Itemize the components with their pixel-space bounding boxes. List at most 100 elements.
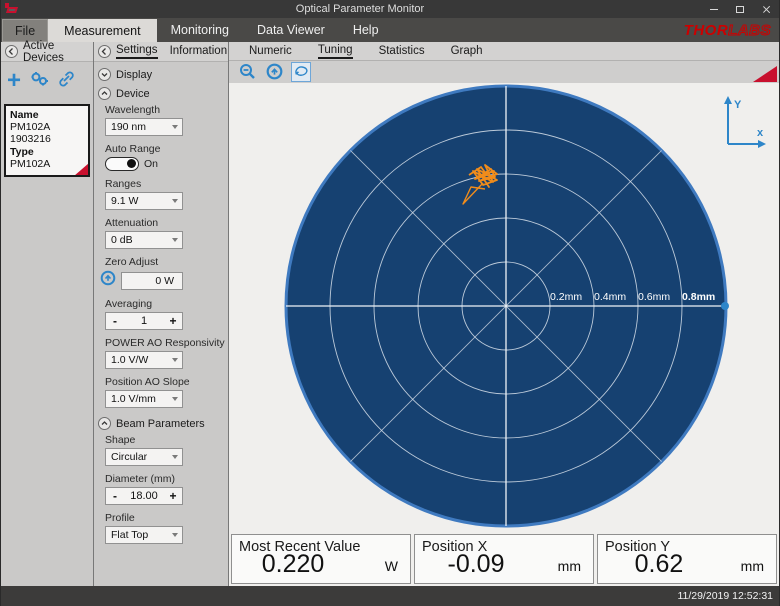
shape-value: Circular bbox=[111, 451, 147, 463]
menubar: File Measurement Monitoring Data Viewer … bbox=[1, 18, 779, 42]
auto-range-toggle[interactable] bbox=[105, 157, 139, 171]
diameter-stepper: - 18.00 + bbox=[105, 487, 183, 505]
dropdown-arrow-icon bbox=[172, 358, 178, 362]
profile-label: Profile bbox=[105, 512, 228, 524]
readout-position-x: Position X -0.09 mm bbox=[414, 534, 594, 584]
chevron-up-icon bbox=[98, 417, 111, 430]
logo-thor: THOR bbox=[684, 22, 729, 39]
ring-label: 0.2mm bbox=[550, 291, 582, 303]
dropdown-arrow-icon bbox=[172, 455, 178, 459]
tab-graph[interactable]: Graph bbox=[451, 45, 483, 58]
section-beam-parameters[interactable]: Beam Parameters bbox=[94, 415, 228, 432]
readout-most-recent-value: Most Recent Value 0.220 W bbox=[231, 534, 411, 584]
attenuation-label: Attenuation bbox=[105, 217, 228, 229]
averaging-stepper: - 1 + bbox=[105, 312, 183, 330]
attenuation-value: 0 dB bbox=[111, 234, 133, 246]
tab-numeric[interactable]: Numeric bbox=[249, 45, 292, 58]
device-card[interactable]: Name PM102A 1903216 Type PM102A bbox=[4, 104, 90, 177]
averaging-increment-button[interactable]: + bbox=[164, 314, 182, 328]
minimize-icon bbox=[710, 9, 718, 10]
link-icon bbox=[58, 71, 76, 87]
menu-item-data-viewer[interactable]: Data Viewer bbox=[243, 18, 339, 42]
thorlabs-logo: THORLABS bbox=[684, 18, 779, 42]
dropdown-arrow-icon bbox=[172, 397, 178, 401]
device-name: PM102A 1903216 bbox=[10, 121, 84, 145]
close-button[interactable] bbox=[753, 0, 779, 18]
profile-value: Flat Top bbox=[111, 529, 148, 541]
maximize-button[interactable] bbox=[727, 0, 753, 18]
active-devices-title: Active Devices bbox=[23, 40, 89, 64]
dropdown-arrow-icon bbox=[172, 199, 178, 203]
lasso-select-button[interactable] bbox=[291, 62, 311, 82]
averaging-value: 1 bbox=[124, 315, 164, 327]
app-window: Optical Parameter Monitor File Measureme… bbox=[0, 0, 780, 606]
tuning-chart[interactable]: 0.2mm 0.4mm 0.6mm 0.8mm bbox=[229, 83, 779, 533]
tab-settings[interactable]: Settings bbox=[116, 44, 158, 59]
wavelength-value: 190 nm bbox=[111, 121, 146, 133]
status-datetime: 11/29/2019 12:52:31 bbox=[677, 590, 773, 602]
readout-unit: mm bbox=[741, 558, 764, 574]
menu-item-help[interactable]: Help bbox=[339, 18, 393, 42]
readout-unit: W bbox=[385, 558, 398, 574]
chevron-down-icon bbox=[98, 68, 111, 81]
titlebar: Optical Parameter Monitor bbox=[1, 0, 779, 18]
zero-adjust-button[interactable] bbox=[100, 270, 116, 291]
ring-label: 0.6mm bbox=[638, 291, 670, 303]
axis-y-label: Y bbox=[734, 99, 742, 111]
attenuation-select[interactable]: 0 dB bbox=[105, 231, 183, 249]
diameter-increment-button[interactable]: + bbox=[164, 489, 182, 503]
dropdown-arrow-icon bbox=[172, 238, 178, 242]
position-ao-label: Position AO Slope bbox=[105, 376, 228, 388]
connect-device-button[interactable] bbox=[58, 71, 76, 92]
window-title: Optical Parameter Monitor bbox=[19, 3, 701, 15]
reset-icon bbox=[100, 270, 116, 286]
profile-select[interactable]: Flat Top bbox=[105, 526, 183, 544]
section-display[interactable]: Display bbox=[94, 66, 228, 83]
position-ao-select[interactable]: 1.0 V/mm bbox=[105, 390, 183, 408]
diameter-label: Diameter (mm) bbox=[105, 473, 228, 485]
power-ao-select[interactable]: 1.0 V/W bbox=[105, 351, 183, 369]
axis-indicator: Y x bbox=[724, 96, 766, 148]
active-devices-panel: Active Devices + Name PM102A 1903216 Typ… bbox=[1, 42, 94, 586]
power-ao-value: 1.0 V/W bbox=[111, 354, 148, 366]
section-device-label: Device bbox=[116, 88, 150, 100]
close-icon bbox=[762, 5, 771, 14]
dropdown-arrow-icon bbox=[172, 533, 178, 537]
reset-zoom-button[interactable] bbox=[264, 62, 284, 82]
tab-information[interactable]: Information bbox=[170, 45, 228, 58]
shape-label: Shape bbox=[105, 434, 228, 446]
tab-tuning[interactable]: Tuning bbox=[318, 44, 353, 59]
app-icon bbox=[5, 3, 19, 15]
zoom-out-button[interactable] bbox=[237, 62, 257, 82]
wavelength-select[interactable]: 190 nm bbox=[105, 118, 183, 136]
diameter-decrement-button[interactable]: - bbox=[106, 489, 124, 503]
zero-adjust-text: 0 W bbox=[155, 275, 174, 287]
alert-triangle-icon bbox=[753, 66, 777, 82]
minimize-button[interactable] bbox=[701, 0, 727, 18]
device-settings-link-button[interactable] bbox=[30, 70, 49, 92]
main-tabs: Numeric Tuning Statistics Graph bbox=[229, 42, 779, 61]
ranges-label: Ranges bbox=[105, 178, 228, 190]
ranges-select[interactable]: 9.1 W bbox=[105, 192, 183, 210]
menu-item-monitoring[interactable]: Monitoring bbox=[157, 18, 243, 42]
averaging-decrement-button[interactable]: - bbox=[106, 314, 124, 328]
main-panel: Numeric Tuning Statistics Graph bbox=[229, 42, 779, 586]
averaging-label: Averaging bbox=[105, 298, 228, 310]
position-ao-value: 1.0 V/mm bbox=[111, 393, 156, 405]
zero-adjust-value[interactable]: 0 W bbox=[121, 272, 183, 290]
shape-select[interactable]: Circular bbox=[105, 448, 183, 466]
readout-value: -0.09 bbox=[415, 550, 537, 579]
lasso-icon bbox=[293, 64, 310, 79]
ring-label: 0.8mm bbox=[682, 291, 715, 303]
section-device[interactable]: Device bbox=[94, 85, 228, 102]
settings-panel: Settings Information Display Device Wave… bbox=[94, 42, 229, 586]
reset-zoom-icon bbox=[266, 63, 283, 80]
auto-range-label: Auto Range bbox=[105, 143, 228, 155]
dropdown-arrow-icon bbox=[172, 125, 178, 129]
collapse-panel-button[interactable] bbox=[5, 45, 18, 58]
collapse-settings-button[interactable] bbox=[98, 45, 111, 58]
maximize-icon bbox=[736, 6, 744, 13]
readout-position-y: Position Y 0.62 mm bbox=[597, 534, 777, 584]
add-device-button[interactable]: + bbox=[7, 72, 21, 90]
tab-statistics[interactable]: Statistics bbox=[379, 45, 425, 58]
